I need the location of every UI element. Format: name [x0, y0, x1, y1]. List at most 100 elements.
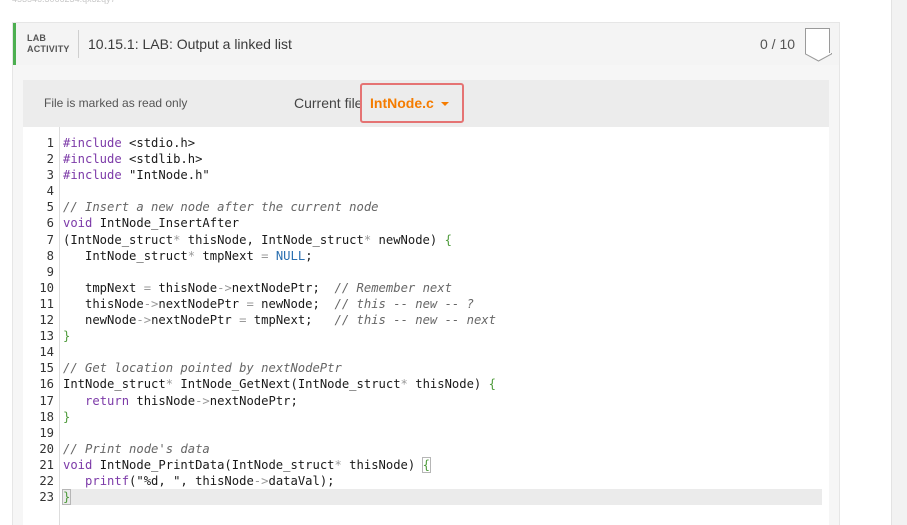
code-token: printf [85, 473, 130, 488]
code-text: tmpNext = thisNode->nextNodePtr; // Reme… [63, 280, 822, 296]
code-token: thisNode) [341, 457, 423, 472]
code-token: #include [63, 168, 122, 183]
code-line[interactable]: 7 (IntNode_struct* thisNode, IntNode_stru… [23, 232, 829, 248]
code-line[interactable]: 3 #include "IntNode.h" [23, 167, 829, 183]
code-line[interactable]: 17 return thisNode->nextNodePtr; [23, 393, 829, 409]
code-line[interactable]: 9 [23, 264, 829, 280]
code-token: thisNode [151, 280, 218, 295]
code-line[interactable]: 18} [23, 409, 829, 425]
code-line[interactable]: 10 tmpNext = thisNode->nextNodePtr; // R… [23, 280, 829, 296]
code-token: // Insert a new node after the current n… [63, 200, 379, 215]
code-text: // Get location pointed by nextNodePtr [63, 360, 822, 376]
code-line[interactable]: 23} [23, 489, 829, 506]
code-line[interactable]: 8 IntNode_struct* tmpNext = NULL; [23, 248, 829, 264]
code-lines: 1 #include <stdio.h> 2 #include <stdlib.h> 3… [23, 135, 829, 506]
code-line[interactable]: 12 newNode->nextNodePtr = tmpNext; // th… [23, 312, 829, 328]
code-text: void IntNode_InsertAfter [63, 215, 822, 231]
code-token: NULL [275, 248, 306, 263]
code-token: (IntNode_struct [63, 232, 174, 247]
code-token: { [421, 456, 431, 473]
line-number: 11 [39, 296, 54, 311]
code-token: tmpNext [195, 248, 262, 263]
code-line[interactable]: 13} [23, 328, 829, 344]
line-number: 6 [46, 216, 54, 231]
completion-badge-icon [805, 28, 830, 54]
code-token: thisNode [129, 393, 196, 408]
code-line[interactable]: 20 // Print node's data [23, 441, 829, 457]
code-line[interactable]: 15 // Get location pointed by nextNodePtr [23, 360, 829, 376]
code-line[interactable]: 6 void IntNode_InsertAfter [23, 215, 829, 231]
code-line[interactable]: 1 #include <stdio.h> [23, 135, 829, 151]
code-line[interactable]: 5 // Insert a new node after the current … [23, 199, 829, 215]
code-text: IntNode_struct* IntNode_GetNext(IntNode_… [63, 376, 822, 392]
lab-header: LAB ACTIVITY 10.15.1: LAB: Output a link… [13, 23, 839, 65]
activity-id-text: 453546.3066234.qx3zqy7 [12, 0, 116, 4]
readonly-note: File is marked as read only [44, 96, 188, 110]
code-line[interactable]: 19 [23, 425, 829, 441]
code-token: newNode; [253, 296, 335, 311]
line-number: 17 [39, 393, 54, 408]
code-line[interactable]: 4 [23, 183, 829, 199]
code-token: <stdio.h> [121, 136, 196, 150]
code-token: } [63, 409, 71, 424]
code-token: -> [253, 473, 269, 488]
code-line[interactable]: 16 IntNode_struct* IntNode_GetNext(IntNod… [23, 376, 829, 392]
code-token: thisNode) [407, 377, 489, 392]
code-token: IntNode_struct [63, 248, 188, 263]
code-token: * [334, 457, 342, 472]
line-number: 20 [39, 441, 54, 456]
code-line[interactable]: 2 #include <stdlib.h> [23, 151, 829, 167]
code-token: -> [143, 296, 159, 311]
line-number: 7 [46, 232, 54, 247]
code-token: nextNodePtr; [231, 280, 335, 295]
line-number: 5 [46, 200, 54, 215]
right-scroll-rail[interactable] [891, 0, 907, 525]
code-token: nextNodePtr [158, 296, 247, 311]
line-number: 10 [39, 280, 54, 295]
completion-badge-notch [805, 53, 832, 62]
line-number: 13 [39, 329, 54, 344]
code-token: -> [136, 313, 152, 328]
code-token: "IntNode.h" [121, 168, 210, 183]
lab-activity-card: LAB ACTIVITY 10.15.1: LAB: Output a link… [12, 22, 840, 525]
lab-activity-tag: LAB ACTIVITY [27, 33, 70, 55]
code-token: #include [63, 136, 122, 150]
code-token: <stdlib.h> [121, 152, 203, 167]
code-text: (IntNode_struct* thisNode, IntNode_struc… [63, 232, 822, 248]
code-token: * [187, 248, 196, 263]
code-token: newNode) [371, 232, 445, 247]
code-token: tmpNext [63, 280, 144, 295]
code-token: IntNode_PrintData(IntNode_struct [92, 457, 335, 472]
code-token: // Get location pointed by nextNodePtr [63, 361, 342, 376]
line-number: 18 [39, 409, 54, 424]
code-token: return [85, 393, 130, 408]
code-token: { [488, 377, 496, 392]
score-text: 0 / 10 [760, 36, 796, 52]
code-token: dataVal); [268, 473, 335, 488]
code-text: void IntNode_PrintData(IntNode_struct* t… [63, 456, 822, 473]
code-token: nextNodePtr; [209, 393, 298, 408]
code-line[interactable]: 11 thisNode->nextNodePtr = newNode; // t… [23, 296, 829, 312]
line-number: 9 [46, 264, 54, 279]
code-token: IntNode_struct [63, 377, 166, 392]
line-number: 2 [46, 152, 54, 167]
code-text: printf("%d, ", thisNode->dataVal); [63, 473, 822, 489]
code-text: #include "IntNode.h" [63, 167, 822, 183]
code-line[interactable]: 21 void IntNode_PrintData(IntNode_struct*… [23, 456, 829, 473]
code-text: thisNode->nextNodePtr = newNode; // this… [63, 296, 822, 312]
line-number: 19 [39, 425, 54, 440]
code-editor[interactable]: 1 #include <stdio.h> 2 #include <stdlib.h> 3… [23, 127, 829, 525]
code-token: } [62, 489, 72, 506]
code-token: void [63, 216, 93, 231]
code-line[interactable]: 22 printf("%d, ", thisNode->dataVal); [23, 473, 829, 489]
code-token: // Remember next [334, 280, 452, 295]
code-text: // Insert a new node after the current n… [63, 199, 822, 215]
current-file-dropdown[interactable]: IntNode.c [360, 83, 464, 123]
code-token: thisNode [63, 296, 144, 311]
code-text: } [63, 328, 822, 344]
code-line[interactable]: 14 [23, 344, 829, 360]
